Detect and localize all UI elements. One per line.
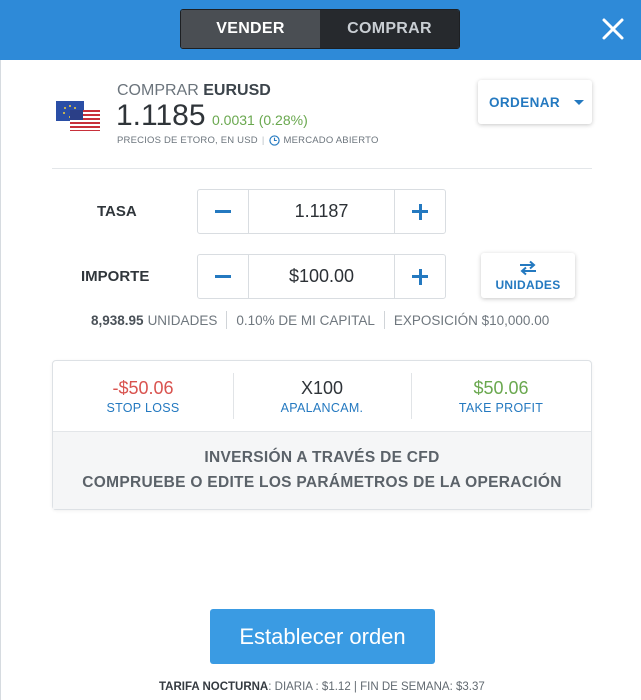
instrument-title: COMPRAR EURUSD xyxy=(117,82,271,100)
instrument-subinfo: PRECIOS DE ETORO, EN USD | MERCADO ABIER… xyxy=(117,135,379,146)
amount-label: IMPORTE xyxy=(81,268,150,285)
minus-icon xyxy=(215,210,231,213)
rate-stepper: 1.1187 xyxy=(197,189,446,234)
rate-decrease-button[interactable] xyxy=(198,190,248,233)
plus-icon xyxy=(412,268,428,285)
rate-increase-button[interactable] xyxy=(395,190,445,233)
chevron-down-icon xyxy=(574,99,585,105)
amount-stepper: $100.00 xyxy=(197,254,446,299)
minus-icon xyxy=(215,275,231,278)
exposure: EXPOSICIÓN $10,000.00 xyxy=(393,312,550,328)
divider xyxy=(52,168,592,169)
eu-us-flag-icon xyxy=(56,101,100,131)
cfd-notice-line2: COMPRUEBE O EDITE LOS PARÁMETROS DE LA O… xyxy=(82,474,562,491)
sell-tab[interactable]: VENDER xyxy=(181,10,320,48)
fees-weekend: FIN DE SEMANA: $3.37 xyxy=(360,681,485,693)
leverage-value: X100 xyxy=(300,377,344,398)
plus-icon xyxy=(412,203,428,220)
price-note: PRECIOS DE ETORO, EN USD xyxy=(117,135,258,146)
instrument-price: 1.1185 xyxy=(116,99,206,132)
separator xyxy=(383,311,385,329)
rate-label: TASA xyxy=(97,203,137,220)
buy-tab[interactable]: COMPRAR xyxy=(320,10,459,48)
order-type-dropdown[interactable]: ORDENAR xyxy=(478,80,592,124)
units-button-label: UNIDADES xyxy=(495,277,561,292)
rate-input[interactable]: 1.1187 xyxy=(248,190,395,233)
swap-arrows-icon xyxy=(520,260,536,275)
take-profit-value: $50.06 xyxy=(473,377,529,398)
stop-loss-param[interactable]: -$50.06 STOP LOSS xyxy=(53,361,233,431)
separator: | xyxy=(353,681,357,693)
instrument-action: COMPRAR xyxy=(117,82,199,99)
take-profit-param[interactable]: $50.06 TAKE PROFIT xyxy=(411,361,591,431)
units-label: UNIDADES xyxy=(147,312,218,328)
cfd-notice: INVERSIÓN A TRAVÉS DE CFD COMPRUEBE O ED… xyxy=(53,431,591,509)
market-status: MERCADO ABIERTO xyxy=(283,135,379,146)
separator: | xyxy=(261,135,265,146)
leverage-param[interactable]: X100 APALANCAM. xyxy=(233,361,411,431)
position-summary: 8,938.95 UNIDADES 0.10% DE MI CAPITAL EX… xyxy=(91,311,549,329)
units-value: 8,938.95 xyxy=(91,312,144,328)
instrument-symbol: EURUSD xyxy=(203,82,271,99)
leverage-label: APALANCAM. xyxy=(280,400,364,415)
close-icon[interactable] xyxy=(596,12,630,46)
clock-icon xyxy=(268,135,280,146)
fees-daily: : DIARIA : $1.12 xyxy=(268,681,351,693)
stop-loss-label: STOP LOSS xyxy=(106,400,180,415)
separator xyxy=(226,311,228,329)
capital-percentage: 0.10% DE MI CAPITAL xyxy=(236,312,375,328)
take-profit-label: TAKE PROFIT xyxy=(458,400,544,415)
cfd-notice-line1: INVERSIÓN A TRAVÉS DE CFD xyxy=(204,449,440,466)
order-type-label: ORDENAR xyxy=(489,94,561,110)
amount-input[interactable]: $100.00 xyxy=(248,255,395,298)
set-order-button[interactable]: Establecer orden xyxy=(210,609,435,664)
amount-decrease-button[interactable] xyxy=(198,255,248,298)
amount-increase-button[interactable] xyxy=(395,255,445,298)
left-border xyxy=(0,60,1,700)
header-bar: VENDER COMPRAR xyxy=(0,0,641,60)
units-toggle-button[interactable]: UNIDADES xyxy=(481,253,575,298)
stop-loss-value: -$50.06 xyxy=(112,377,174,398)
sell-buy-toggle: VENDER COMPRAR xyxy=(180,9,460,49)
trade-parameters-card: -$50.06 STOP LOSS X100 APALANCAM. $50.06… xyxy=(52,360,592,510)
instrument-change: 0.0031 (0.28%) xyxy=(212,112,308,128)
fees-title: TARIFA NOCTURNA xyxy=(159,681,269,693)
overnight-fees: TARIFA NOCTURNA: DIARIA : $1.12 | FIN DE… xyxy=(159,681,485,693)
